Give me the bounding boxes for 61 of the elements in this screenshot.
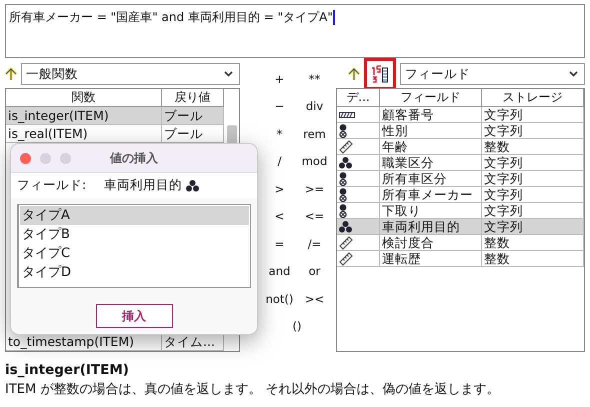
stacked-circles-icon — [339, 124, 347, 138]
field-row[interactable]: 年齢 整数 — [337, 139, 584, 155]
operator-button[interactable]: /= — [304, 236, 324, 252]
operator-button[interactable]: rem — [300, 126, 329, 142]
operator-button[interactable]: * — [274, 126, 286, 142]
field-row[interactable]: 車両利用目的 文字列 — [337, 219, 584, 235]
field-label: フィールド: — [17, 177, 86, 194]
field-name: 運転歴 — [380, 251, 482, 267]
stacked-circles-icon — [339, 204, 347, 218]
operator-button[interactable]: not() — [262, 290, 296, 307]
operator-button[interactable]: or — [306, 263, 324, 280]
sort-button[interactable] — [364, 58, 396, 90]
function-category-dropdown[interactable]: 一般関数 — [21, 63, 240, 85]
three-dots-icon — [339, 156, 352, 168]
value-item[interactable]: タイプA — [20, 206, 249, 225]
stacked-circles-icon — [339, 172, 347, 186]
operator-button[interactable]: < — [272, 208, 288, 224]
operator-button[interactable]: <= — [302, 208, 328, 224]
operator-button[interactable]: >= — [302, 180, 328, 197]
field-value: 車両利用目的 — [104, 177, 182, 194]
operator-button[interactable]: + — [272, 70, 288, 87]
expression-field[interactable]: 所有車メーカー = "国産車" and 車両利用目的 = "タイプA" — [5, 4, 585, 58]
up-arrow-icon[interactable] — [348, 67, 360, 81]
chevron-down-icon — [224, 71, 233, 77]
ruler-icon — [339, 236, 353, 250]
operator-button[interactable]: − — [272, 98, 288, 114]
up-arrow-icon[interactable] — [5, 67, 17, 81]
ruler-icon — [339, 140, 353, 154]
numbered-list-icon — [370, 65, 390, 83]
description-title: is_integer(ITEM) — [5, 362, 130, 378]
field-row[interactable]: 顧客番号 文字列 — [337, 107, 584, 123]
dialog-title: 値の挿入 — [108, 150, 159, 166]
stacked-circles-icon — [339, 188, 347, 202]
chevron-down-icon — [569, 71, 578, 77]
storage-type: 整数 — [482, 251, 584, 267]
hatched-bar-icon — [339, 112, 355, 118]
operator-button[interactable]: > — [272, 180, 288, 197]
value-item[interactable]: タイプB — [20, 225, 249, 244]
field-row[interactable]: 所有車区分 文字列 — [337, 171, 584, 187]
ruler-icon — [339, 252, 353, 266]
operator-button[interactable]: mod — [298, 153, 330, 170]
operator-button[interactable]: and — [266, 263, 294, 280]
field-row[interactable]: 所有車メーカー 文字列 — [337, 187, 584, 203]
operator-button[interactable]: div — [302, 98, 326, 114]
three-dots-icon — [186, 180, 200, 192]
insert-button[interactable]: 挿入 — [96, 304, 172, 328]
three-dots-icon — [339, 220, 352, 232]
close-button[interactable] — [20, 152, 31, 164]
description-text: ITEM が整数の場合は、真の値を返します。 それ以外の場合は、偽の値を返します。 — [5, 381, 500, 398]
operator-button[interactable]: = — [272, 236, 288, 252]
value-item[interactable]: タイプC — [20, 244, 249, 263]
operator-button[interactable]: () — [290, 318, 304, 334]
function-row[interactable]: is_real(ITEM) ブール — [6, 125, 224, 143]
function-row[interactable]: is_integer(ITEM) ブール — [6, 107, 224, 125]
operator-button[interactable]: ** — [306, 70, 324, 87]
field-row[interactable]: 下取り 文字列 — [337, 203, 584, 219]
text-cursor — [332, 10, 335, 26]
operator-button[interactable]: >< — [302, 290, 328, 307]
value-item[interactable]: タイプD — [20, 263, 249, 282]
operator-button[interactable]: / — [274, 153, 284, 170]
field-source-dropdown[interactable]: フィールド — [400, 63, 585, 85]
